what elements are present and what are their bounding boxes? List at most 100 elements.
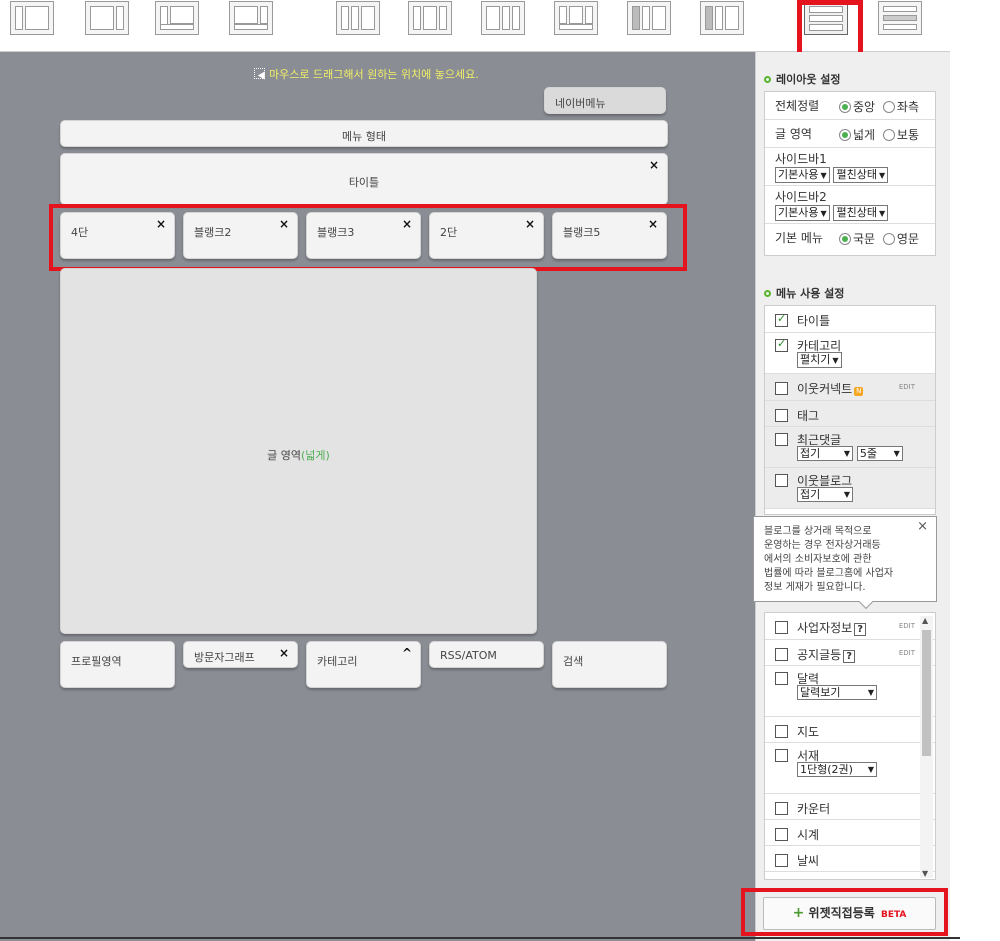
help-icon[interactable]: ? bbox=[843, 650, 856, 663]
content-area-mode: (넓게) bbox=[301, 449, 330, 462]
bullet-icon bbox=[764, 76, 771, 83]
content-area-block[interactable]: 글 영역(넓게) bbox=[60, 268, 537, 634]
menu-item-label: 이웃커넥트 bbox=[797, 382, 853, 396]
layout-option-7[interactable] bbox=[481, 1, 525, 35]
counter-checkbox[interactable] bbox=[775, 802, 788, 815]
layout-option-3[interactable] bbox=[155, 1, 199, 35]
align-label: 전체정렬 bbox=[775, 99, 820, 113]
library-layout-select[interactable]: 1단형(2권) ▼ bbox=[797, 762, 877, 777]
layout-option-9[interactable] bbox=[627, 1, 671, 35]
business-info-tooltip: 블로그를 상거래 목적으로 운영하는 경우 전자상거래등 에서의 소비자보호에 … bbox=[753, 516, 937, 610]
category-mode-select[interactable]: 펼치기 ▼ bbox=[797, 352, 842, 368]
content-width-label: 글 영역 bbox=[775, 127, 812, 141]
close-icon[interactable]: × bbox=[649, 158, 659, 172]
bottom-block-label: 방문자그래프 bbox=[194, 651, 255, 664]
library-checkbox[interactable] bbox=[775, 749, 788, 762]
menu-item-label: 카테고리 bbox=[797, 339, 842, 353]
tag-checkbox[interactable] bbox=[775, 409, 788, 422]
title-checkbox[interactable] bbox=[775, 312, 788, 327]
map-checkbox[interactable] bbox=[775, 725, 788, 738]
sidebar2-usage-select[interactable]: 기본사용 ▼ bbox=[775, 205, 830, 221]
recent-comments-checkbox[interactable] bbox=[775, 433, 788, 446]
layout-option-5[interactable] bbox=[336, 1, 380, 35]
menu-item-tag: 태그 bbox=[765, 401, 935, 427]
nav-menu-label: 네이버메뉴 bbox=[555, 97, 606, 110]
bottom-block-search[interactable]: 검색 bbox=[552, 641, 667, 688]
calendar-view-select[interactable]: 달력보기 ▼ bbox=[797, 685, 877, 700]
scroll-up-icon[interactable]: ▲ bbox=[922, 616, 928, 625]
menu-item-neighbor-connect: 이웃커넥트 N EDIT bbox=[765, 374, 935, 401]
close-icon[interactable]: × bbox=[917, 520, 928, 534]
layout-settings-panel: 전체정렬 중앙 좌측 글 영역 넓게 보통 사이드바1 기본사용 ▼ 펼친상태 ▼ … bbox=[764, 91, 936, 256]
edit-link[interactable]: EDIT bbox=[899, 622, 915, 630]
content-width-row: 글 영역 넓게 보통 bbox=[765, 120, 935, 148]
tooltip-line: 에서의 소비자보호에 관한 bbox=[764, 554, 872, 565]
edit-link[interactable]: EDIT bbox=[899, 383, 915, 391]
neighbor-blog-fold-value: 접기 bbox=[800, 488, 821, 501]
neighbor-blog-checkbox[interactable] bbox=[775, 474, 788, 487]
scroll-thumb[interactable] bbox=[922, 630, 931, 756]
sidebar1-state-value: 펼친상태 bbox=[836, 168, 877, 181]
align-left-radio[interactable] bbox=[882, 101, 895, 113]
neighbor-blog-fold-select[interactable]: 접기 ▼ bbox=[797, 487, 853, 502]
sidebar1-label: 사이드바1 bbox=[775, 152, 827, 166]
sidebar1-state-select[interactable]: 펼친상태 ▼ bbox=[833, 167, 889, 183]
layout-option-4[interactable] bbox=[229, 1, 273, 35]
layout-option-10[interactable] bbox=[700, 1, 744, 35]
bottom-block-category[interactable]: 카테고리 ^ bbox=[306, 641, 421, 688]
new-badge-icon: N bbox=[854, 387, 864, 396]
calendar-checkbox[interactable] bbox=[775, 672, 788, 685]
menu-list-scrollbar[interactable]: ▲ ▼ bbox=[920, 616, 933, 878]
nav-menu-block[interactable]: 네이버메뉴 bbox=[544, 87, 666, 114]
title-block[interactable]: 타이틀 × bbox=[60, 153, 668, 205]
align-center-radio[interactable] bbox=[839, 101, 851, 113]
content-normal-label: 보통 bbox=[896, 128, 920, 142]
menu-settings-panel: 타이틀 카테고리 펼치기▼ 이웃커넥트N EDIT 태그 최근댓글 접기▼ 5줄… bbox=[764, 305, 936, 515]
bottom-block-rss[interactable]: RSS/ATOM bbox=[429, 641, 544, 668]
layout-option-2[interactable] bbox=[85, 1, 129, 35]
menu-type-block[interactable]: 메뉴 형태 bbox=[60, 120, 668, 147]
sidebar2-row: 사이드바2 기본사용 ▼ 펼친상태 ▼ bbox=[765, 186, 935, 224]
content-wide-radio[interactable] bbox=[839, 129, 851, 141]
business-info-checkbox[interactable] bbox=[775, 621, 788, 634]
menu-item-label: 타이틀 bbox=[797, 314, 831, 328]
sidebar1-usage-value: 기본사용 bbox=[778, 168, 819, 181]
sidebar2-usage-value: 기본사용 bbox=[778, 206, 819, 219]
weather-checkbox[interactable] bbox=[775, 854, 788, 867]
bottom-block-visitor-graph[interactable]: 방문자그래프 × bbox=[183, 641, 298, 668]
menu-english-label: 영문 bbox=[896, 232, 920, 246]
neighbor-connect-checkbox[interactable] bbox=[775, 382, 788, 395]
menu-item-clock: 시계 bbox=[765, 820, 935, 846]
menu-korean-radio[interactable] bbox=[839, 233, 851, 245]
layout-option-8[interactable] bbox=[554, 1, 598, 35]
layout-option-6[interactable] bbox=[408, 1, 452, 35]
chevron-up-icon[interactable]: ^ bbox=[402, 646, 412, 660]
notices-checkbox[interactable] bbox=[775, 648, 788, 661]
recent-comments-fold-select[interactable]: 접기 ▼ bbox=[797, 446, 853, 461]
scroll-down-icon[interactable]: ▼ bbox=[922, 869, 928, 878]
close-icon[interactable]: × bbox=[279, 646, 289, 660]
drag-cursor-icon bbox=[254, 68, 265, 79]
recent-comments-fold-value: 접기 bbox=[800, 447, 821, 460]
title-label: 타이틀 bbox=[348, 176, 380, 189]
highlight-row-blocks bbox=[49, 204, 687, 271]
bottom-block-profile[interactable]: 프로필영역 bbox=[60, 641, 175, 688]
help-icon[interactable]: ? bbox=[854, 623, 867, 636]
bottom-block-label: RSS/ATOM bbox=[440, 649, 497, 662]
recent-comments-lines-select[interactable]: 5줄 ▼ bbox=[856, 446, 903, 461]
highlight-selected-layout bbox=[797, 0, 863, 58]
clock-checkbox[interactable] bbox=[775, 828, 788, 841]
sidebar1-usage-select[interactable]: 기본사용 ▼ bbox=[775, 167, 830, 183]
sidebar2-state-value: 펼친상태 bbox=[836, 206, 877, 219]
category-checkbox[interactable] bbox=[775, 337, 788, 352]
layout-option-1[interactable] bbox=[10, 1, 54, 35]
align-center-label: 중앙 bbox=[853, 100, 876, 114]
edit-link[interactable]: EDIT bbox=[899, 649, 915, 657]
menu-item-label: 최근댓글 bbox=[797, 433, 842, 447]
menu-english-radio[interactable] bbox=[882, 233, 895, 245]
menu-item-counter: 카운터 bbox=[765, 794, 935, 820]
content-wide-label: 넓게 bbox=[853, 128, 876, 142]
sidebar2-state-select[interactable]: 펼친상태 ▼ bbox=[833, 205, 889, 221]
layout-option-12[interactable] bbox=[878, 1, 922, 35]
content-normal-radio[interactable] bbox=[882, 129, 895, 141]
